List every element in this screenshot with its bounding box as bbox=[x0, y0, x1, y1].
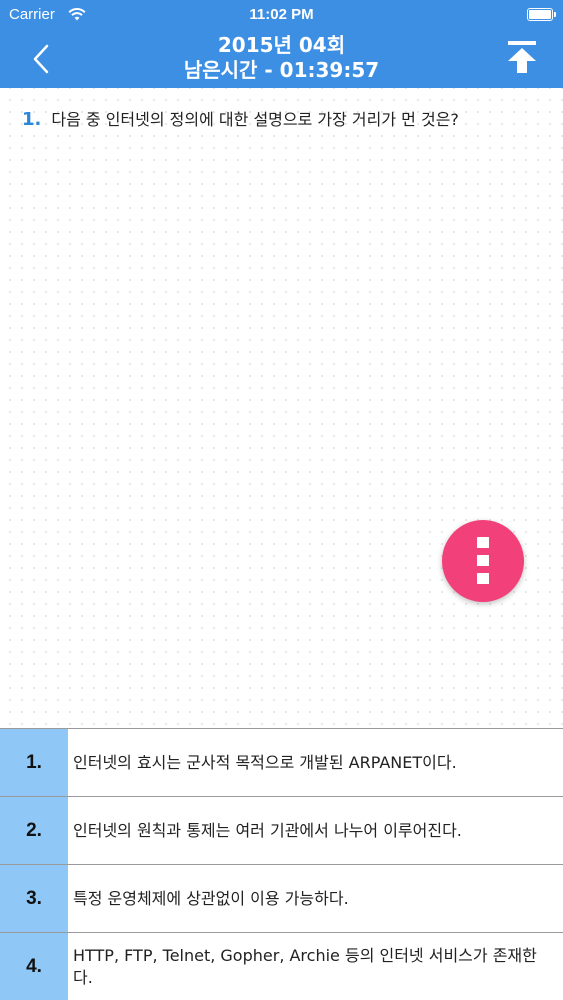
answer-text: 인터넷의 원칙과 통제는 여러 기관에서 나누어 이루어진다. bbox=[73, 820, 462, 840]
answer-number: 4. bbox=[0, 933, 68, 1000]
status-time: 11:02 PM bbox=[249, 6, 314, 23]
answer-option-3[interactable]: 3. 특정 운영체제에 상관없이 이용 가능하다. bbox=[0, 864, 563, 932]
answer-text: 특정 운영체제에 상관없이 이용 가능하다. bbox=[73, 888, 349, 908]
answer-text: 인터넷의 효시는 군사적 목적으로 개발된 ARPANET이다. bbox=[73, 752, 457, 772]
battery-icon bbox=[527, 8, 556, 21]
menu-fab-button[interactable] bbox=[442, 520, 524, 602]
question: 1. 다음 중 인터넷의 정의에 대한 설명으로 가장 거리가 먼 것은? bbox=[22, 106, 552, 130]
answer-number: 1. bbox=[0, 729, 68, 796]
question-area: 1. 다음 중 인터넷의 정의에 대한 설명으로 가장 거리가 먼 것은? bbox=[0, 88, 563, 728]
answer-number: 3. bbox=[0, 865, 68, 932]
remaining-time: 남은시간 - 01:39:57 bbox=[183, 58, 380, 82]
answer-option-4[interactable]: 4. HTTP, FTP, Telnet, Gopher, Archie 등의 … bbox=[0, 932, 563, 1000]
answer-number: 2. bbox=[0, 797, 68, 864]
answer-list: 1. 인터넷의 효시는 군사적 목적으로 개발된 ARPANET이다. 2. 인… bbox=[0, 728, 563, 1000]
answer-text: HTTP, FTP, Telnet, Gopher, Archie 등의 인터넷… bbox=[73, 945, 537, 987]
answer-option-2[interactable]: 2. 인터넷의 원칙과 통제는 여러 기관에서 나누어 이루어진다. bbox=[0, 796, 563, 864]
exam-title: 2015년 04회 bbox=[217, 33, 346, 57]
question-text: 다음 중 인터넷의 정의에 대한 설명으로 가장 거리가 먼 것은? bbox=[51, 110, 459, 129]
status-bar: Carrier 11:02 PM bbox=[0, 0, 563, 30]
scroll-top-button[interactable] bbox=[507, 40, 537, 74]
nav-bar: 2015년 04회 남은시간 - 01:39:57 bbox=[0, 30, 563, 88]
answer-option-1[interactable]: 1. 인터넷의 효시는 군사적 목적으로 개발된 ARPANET이다. bbox=[0, 728, 563, 796]
question-number: 1. bbox=[22, 109, 42, 130]
